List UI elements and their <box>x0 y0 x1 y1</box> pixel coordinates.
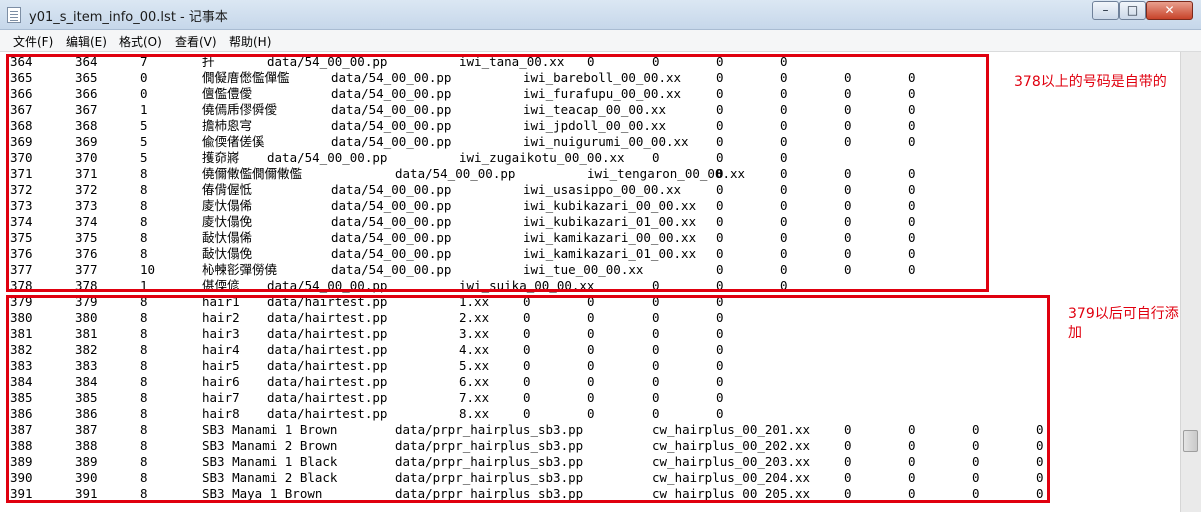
annotation-builtin: 378以上的号码是自带的 <box>1014 74 1167 90</box>
highlight-box-builtin <box>6 54 989 292</box>
annotation-custom: 379以后可自行添加 <box>1068 306 1179 341</box>
close-button[interactable]: ✕ <box>1146 1 1193 20</box>
menu-format[interactable]: 格式(O) <box>119 33 162 50</box>
menu-help[interactable]: 帮助(H) <box>229 33 271 50</box>
menu-file[interactable]: 文件(F) <box>13 33 53 50</box>
window-title: y01_s_item_info_00.lst - 记事本 <box>29 10 228 25</box>
menu-view[interactable]: 查看(V) <box>175 33 217 50</box>
menu-bar: 文件(F) 编辑(E) 格式(O) 查看(V) 帮助(H) <box>0 30 1201 52</box>
menu-edit[interactable]: 编辑(E) <box>66 33 107 50</box>
maximize-button[interactable]: □ <box>1119 1 1146 20</box>
notepad-icon <box>7 7 21 23</box>
vertical-scrollbar[interactable] <box>1180 52 1201 512</box>
scroll-thumb[interactable] <box>1183 430 1198 452</box>
minimize-button[interactable]: – <box>1092 1 1119 20</box>
highlight-box-custom <box>6 295 1050 503</box>
title-bar: y01_s_item_info_00.lst - 记事本 – □ ✕ <box>0 0 1201 30</box>
